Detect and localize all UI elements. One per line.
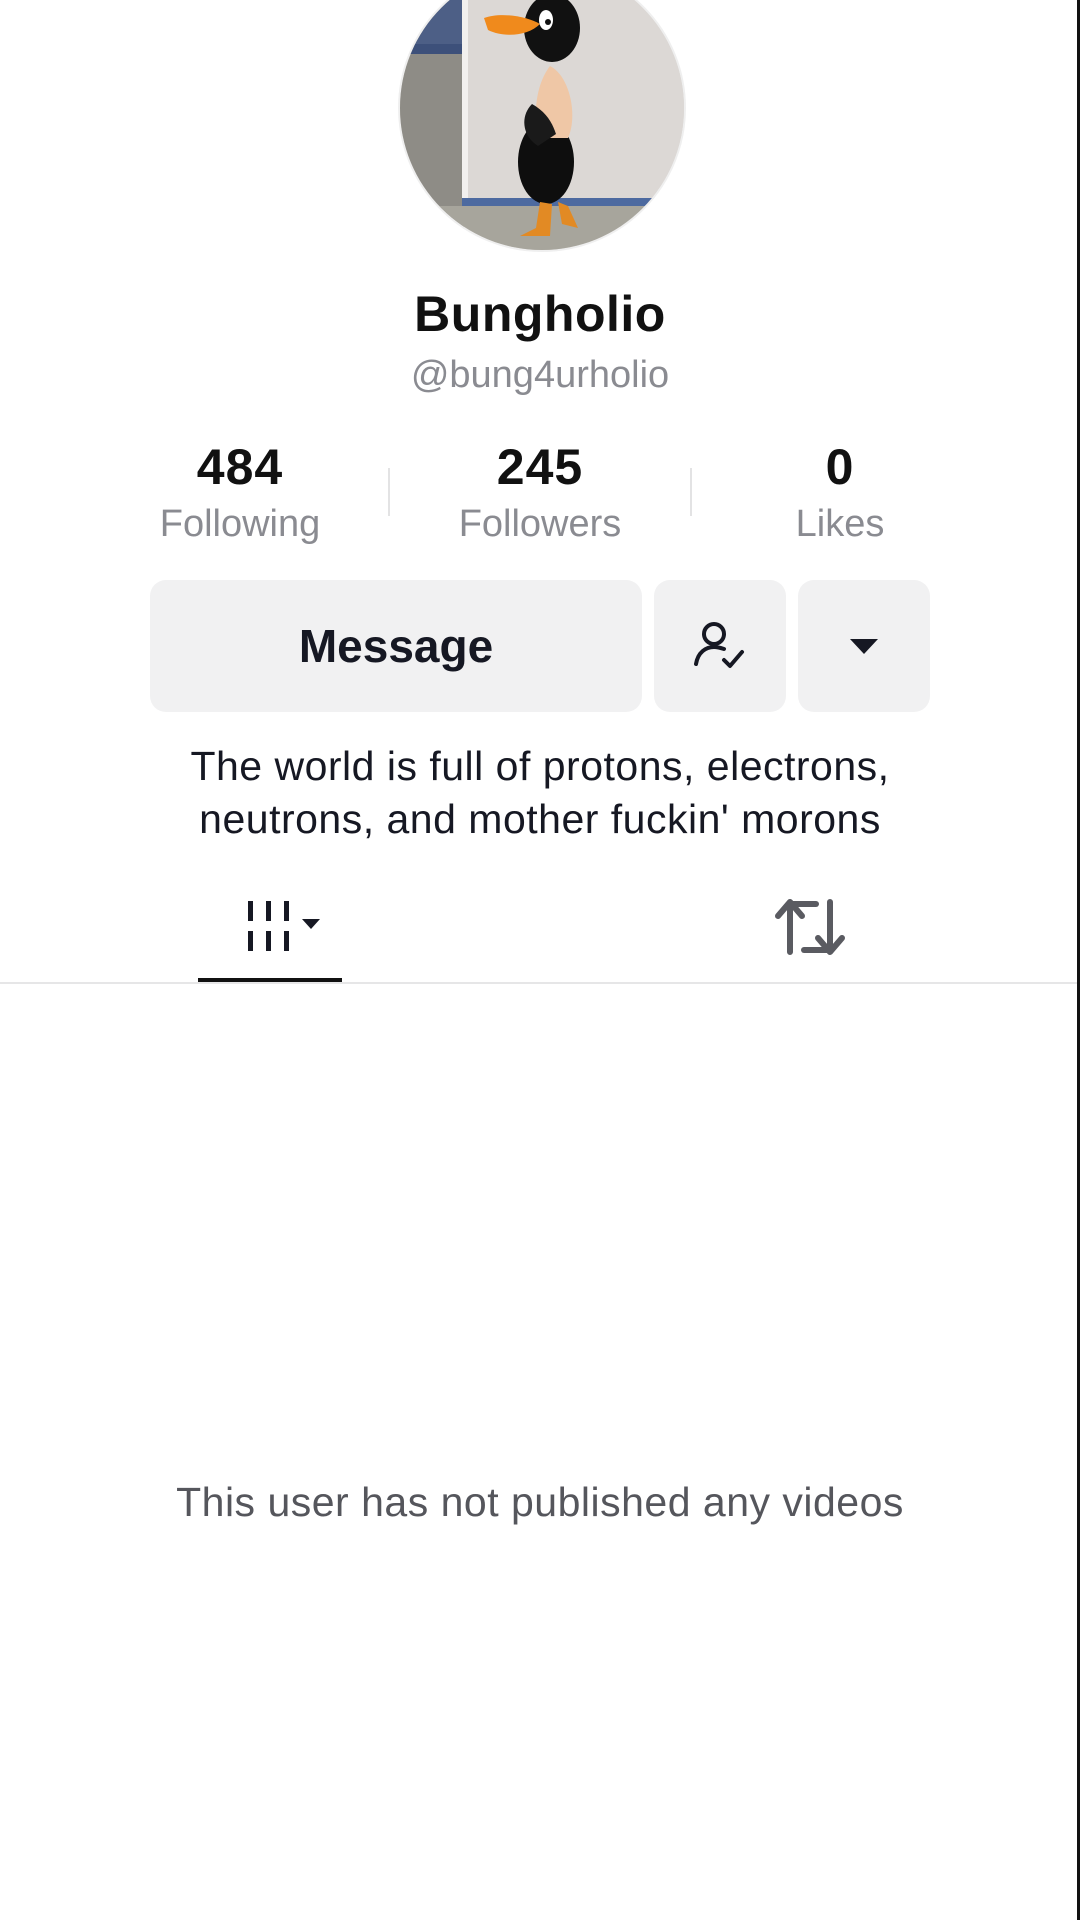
stat-likes[interactable]: 0 Likes [730,438,950,550]
person-check-icon [694,622,744,668]
tab-reposts[interactable] [740,870,880,984]
message-button[interactable]: Message [150,580,642,712]
caret-down-icon [302,919,320,929]
profile-screen: Bungholio @bung4urholio 484 Following 24… [0,0,1080,1920]
following-label: Following [159,503,321,545]
display-name: Bungholio [414,286,666,342]
username: @bung4urholio [410,354,670,396]
empty-state-text: This user has not published any videos [176,1479,904,1525]
stat-divider [690,468,692,516]
tabs-divider [0,982,1077,984]
following-count: 484 [196,439,284,495]
tab-videos[interactable] [198,870,342,984]
likes-label: Likes [795,503,885,545]
more-options-button[interactable] [798,580,930,712]
cartoon-duck-avatar-icon [400,0,684,250]
bio-text: The world is full of protons, electrons,… [190,743,890,842]
friend-button[interactable] [654,580,786,712]
likes-count: 0 [825,439,855,495]
stat-followers[interactable]: 245 Followers [430,438,650,550]
followers-label: Followers [458,503,622,545]
followers-count: 245 [496,439,584,495]
content-tabs [0,870,1077,984]
avatar[interactable] [398,0,686,252]
stat-divider [388,468,390,516]
stats-row: 484 Following 245 Followers 0 Likes [0,438,1080,548]
repost-icon [775,899,845,955]
stat-following[interactable]: 484 Following [130,438,350,550]
caret-down-icon [850,639,878,654]
videos-grid-icon [248,901,320,951]
